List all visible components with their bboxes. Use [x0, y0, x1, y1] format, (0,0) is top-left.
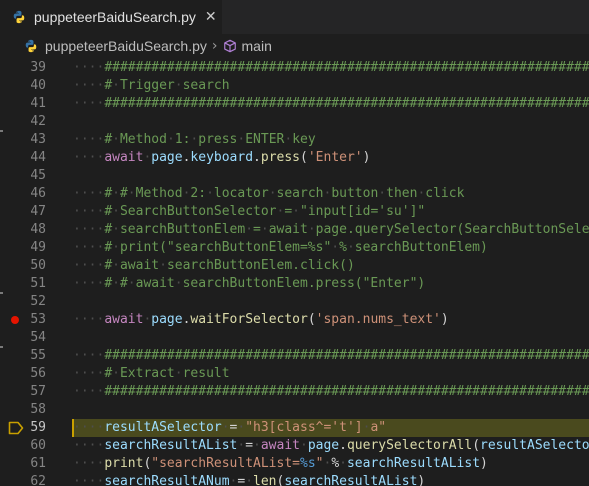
tab-bar: puppeteerBaiduSearch.py ✕	[0, 0, 589, 34]
code-text: ····#·print("searchButtonElem=%s"·%·sear…	[73, 240, 488, 255]
code-line[interactable]: 52	[0, 293, 589, 311]
line-number: 55	[30, 348, 46, 363]
line-number: 45	[30, 168, 46, 183]
code-text: ····#·Trigger·search	[73, 78, 230, 93]
code-text: ····#·searchButtonElem·=·await·page.quer…	[73, 222, 589, 237]
code-line[interactable]: 40 ····#·Trigger·search	[0, 77, 589, 95]
code-line[interactable]: 51 ····#·#·await·searchButtonElem.press("…	[0, 275, 589, 293]
python-icon	[13, 10, 25, 24]
breadcrumb: puppeteerBaiduSearch.py › main	[0, 34, 589, 58]
code-line[interactable]: 44 ····await·page.keyboard.press('Enter')	[0, 149, 589, 167]
code-line[interactable]: 39 ····##################################…	[0, 59, 589, 77]
line-number: 51	[30, 276, 46, 291]
cube-icon	[223, 39, 236, 53]
line-number: 61	[30, 456, 46, 471]
tab-title: puppeteerBaiduSearch.py	[34, 9, 196, 25]
chevron-right-icon: ›	[211, 38, 218, 54]
line-number: 49	[30, 240, 46, 255]
code-text: ····####################################…	[73, 384, 589, 399]
code-line[interactable]: 55 ····##################################…	[0, 347, 589, 365]
editor-tab[interactable]: puppeteerBaiduSearch.py ✕	[0, 0, 222, 34]
line-number: 40	[30, 78, 46, 93]
line-number: 62	[30, 474, 46, 486]
code-line[interactable]: 48 ····#·searchButtonElem·=·await·page.qu…	[0, 221, 589, 239]
code-text: ····#·#·await·searchButtonElem.press("En…	[73, 276, 426, 291]
code-text: ····#·Extract·result	[73, 366, 230, 381]
code-line[interactable]: 60 ····searchResultAList·=·await·page.que…	[0, 437, 589, 455]
code-text: ····resultASelector·=·"h3[class^='t']·a"	[73, 420, 387, 435]
line-number: 43	[30, 132, 46, 147]
line-number: 58	[30, 402, 46, 417]
code-line[interactable]: 57 ····##################################…	[0, 383, 589, 401]
line-number: 48	[30, 222, 46, 237]
code-line[interactable]: 53 ····await·page.waitForSelector('span.n…	[0, 311, 589, 329]
code-line[interactable]: 45	[0, 167, 589, 185]
code-line[interactable]: 49 ····#·print("searchButtonElem=%s"·%·se…	[0, 239, 589, 257]
line-number: 47	[30, 204, 46, 219]
breadcrumb-file[interactable]: puppeteerBaiduSearch.py	[45, 38, 207, 54]
code-editor[interactable]: 39 ····##################################…	[0, 58, 589, 486]
debug-current-line-icon[interactable]	[8, 421, 24, 435]
code-line[interactable]: 58	[0, 401, 589, 419]
line-number: 52	[30, 294, 46, 309]
code-line[interactable]: 56 ····#·Extract·result	[0, 365, 589, 383]
code-line[interactable]: 62 ····searchResultANum·=·len(searchResul…	[0, 473, 589, 486]
line-number: 39	[30, 60, 46, 75]
line-number: 44	[30, 150, 46, 165]
line-number: 41	[30, 96, 46, 111]
line-number: 42	[30, 114, 46, 129]
code-text: ····print("searchResultAList=%s"·%·searc…	[73, 456, 488, 471]
code-line[interactable]: 41 ····##################################…	[0, 95, 589, 113]
close-icon[interactable]: ✕	[205, 10, 217, 24]
code-line[interactable]: 43 ····#·Method·1:·press·ENTER·key	[0, 131, 589, 149]
code-text: ····await·page.keyboard.press('Enter')	[73, 150, 371, 165]
code-text: ····####################################…	[73, 96, 589, 111]
code-line[interactable]: 46 ····#·#·Method·2:·locator·search·butto…	[0, 185, 589, 203]
code-text: ····await·page.waitForSelector('span.num…	[73, 312, 449, 327]
code-text: ····searchResultANum·=·len(searchResultA…	[73, 474, 426, 486]
code-text: ····#·Method·1:·press·ENTER·key	[73, 132, 316, 147]
line-number: 57	[30, 384, 46, 399]
breadcrumb-symbol[interactable]: main	[242, 38, 272, 54]
code-text: ····####################################…	[73, 348, 589, 363]
code-text: ····####################################…	[73, 60, 589, 75]
python-icon	[25, 39, 37, 53]
code-text: ····#·SearchButtonSelector·=·"input[id='…	[73, 204, 426, 219]
code-text: ····#·#·Method·2:·locator·search·button·…	[73, 186, 465, 201]
code-line[interactable]: 42	[0, 113, 589, 131]
code-line[interactable]: 61 ····print("searchResultAList=%s"·%·sea…	[0, 455, 589, 473]
code-line[interactable]: 59 ····resultASelector·=·"h3[class^='t']·…	[0, 419, 589, 437]
code-text: ····searchResultAList·=·await·page.query…	[73, 438, 589, 453]
code-text: ····#·await·searchButtonElem.click()	[73, 258, 355, 273]
line-number: 54	[30, 330, 46, 345]
code-line[interactable]: 50 ····#·await·searchButtonElem.click()	[0, 257, 589, 275]
breakpoint-icon[interactable]	[11, 316, 19, 324]
line-number: 56	[30, 366, 46, 381]
line-number: 53	[30, 312, 46, 327]
code-line[interactable]: 54	[0, 329, 589, 347]
line-number: 50	[30, 258, 46, 273]
line-number: 60	[30, 438, 46, 453]
line-number: 46	[30, 186, 46, 201]
code-line[interactable]: 47 ····#·SearchButtonSelector·=·"input[id…	[0, 203, 589, 221]
